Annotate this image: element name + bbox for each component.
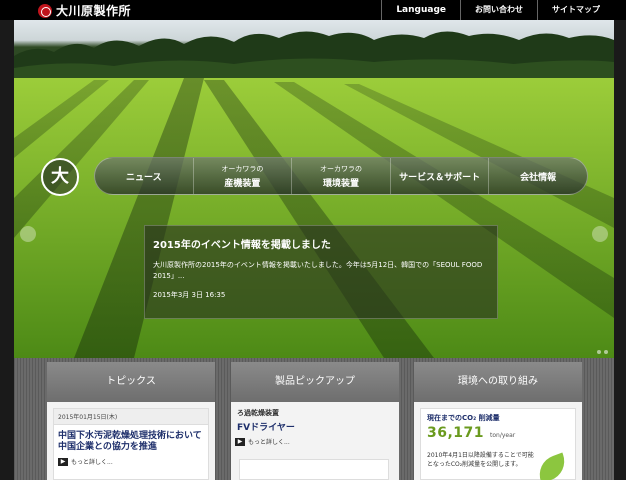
products-heading: 製品ピックアップ (231, 362, 399, 402)
product-image[interactable] (239, 459, 389, 480)
environment-heading: 環境への取り組み (414, 362, 582, 402)
language-link[interactable]: Language (381, 0, 460, 20)
more-link-label: もっと詳しく... (248, 439, 290, 446)
topics-title[interactable]: 中国下水汚泥乾燥処理技術において中国企業との協力を推進 (54, 425, 208, 457)
nav-item-label: ニュース (126, 172, 162, 183)
topics-date: 2015年01月15日(木) (54, 409, 208, 425)
topics-panel: トピックス 2015年01月15日(木) 中国下水汚泥乾燥処理技術において中国企… (47, 362, 215, 480)
sitemap-link[interactable]: サイトマップ (537, 0, 614, 20)
topics-content: 2015年01月15日(木) 中国下水汚泥乾燥処理技術において中国企業との協力を… (53, 408, 209, 480)
nav-item-service-support[interactable]: サービス＆サポート (391, 158, 490, 194)
news-overlay[interactable]: 2015年のイベント情報を掲載しました 大川原製作所の2015年のイベント情報を… (144, 225, 498, 319)
news-date: 2015年3月 3日 16:35 (153, 291, 226, 299)
co2-description: 2010年4月1日以降設備することで可能となったCO₂削減量を公開します。 (427, 452, 534, 468)
nav-item-label: 環境装置 (322, 178, 359, 189)
co2-unit: ton/year (490, 432, 516, 439)
arrow-right-icon: ▶ (235, 437, 245, 446)
emblem-icon[interactable]: 大 (41, 158, 79, 196)
slide-dot[interactable] (604, 350, 608, 354)
products-panel: 製品ピックアップ ろ過乾燥装置 FVドライヤー ▶ もっと詳しく... (231, 362, 399, 480)
slide-prev-arrow-icon[interactable] (20, 226, 36, 242)
nav-item-company-info[interactable]: 会社情報 (489, 158, 587, 194)
tree-line-image (14, 31, 614, 84)
nav-item-label: 会社情報 (520, 172, 557, 183)
topics-heading: トピックス (47, 362, 215, 402)
logo-text: 大川原製作所 (56, 4, 132, 18)
environment-panel: 環境への取り組み 現在までのCO₂ 削減量 36,171 ton/year 20… (414, 362, 582, 480)
arrow-right-icon: ▶ (58, 457, 68, 466)
environment-content: 現在までのCO₂ 削減量 36,171 ton/year 2010年4月1日以降… (420, 408, 576, 480)
contact-link[interactable]: お問い合わせ (460, 0, 537, 20)
nav-item-sublabel: オーカワラの (319, 164, 362, 173)
slide-indicator (597, 350, 608, 354)
product-category: ろ過乾燥装置 (237, 409, 279, 417)
nav-item-sublabel: オーカワラの (221, 164, 264, 173)
co2-label: 現在までのCO₂ 削減量 (427, 414, 500, 422)
utility-nav: Language お問い合わせ サイトマップ (381, 0, 614, 20)
products-more-link[interactable]: ▶ もっと詳しく... (231, 437, 399, 446)
nav-item-label: 産機装置 (224, 178, 261, 189)
nav-item-news[interactable]: ニュース (95, 158, 194, 194)
topics-more-link[interactable]: ▶ もっと詳しく... (54, 457, 208, 466)
nav-item-label: サービス＆サポート (399, 172, 481, 183)
co2-value: 36,171 (427, 425, 485, 441)
more-link-label: もっと詳しく... (71, 459, 113, 466)
top-bar: 大川原製作所 Language お問い合わせ サイトマップ (0, 0, 626, 20)
logo-emblem-icon (38, 3, 52, 18)
site-logo[interactable]: 大川原製作所 (38, 2, 131, 19)
nav-item-industrial-equipment[interactable]: オーカワラの 産機装置 (194, 158, 293, 194)
news-body: 大川原製作所の2015年のイベント情報を掲載いたしました。今年は5月12日、韓国… (153, 261, 483, 280)
news-title[interactable]: 2015年のイベント情報を掲載しました (153, 236, 489, 251)
product-name[interactable]: FVドライヤー (231, 420, 399, 437)
co2-value-row: 36,171 ton/year (421, 425, 575, 441)
slide-next-arrow-icon[interactable] (592, 226, 608, 242)
nav-item-environmental-equipment[interactable]: オーカワラの 環境装置 (292, 158, 391, 194)
main-nav: ニュース オーカワラの 産機装置 オーカワラの 環境装置 サービス＆サポート 会… (94, 157, 588, 195)
slide-dot[interactable] (597, 350, 601, 354)
